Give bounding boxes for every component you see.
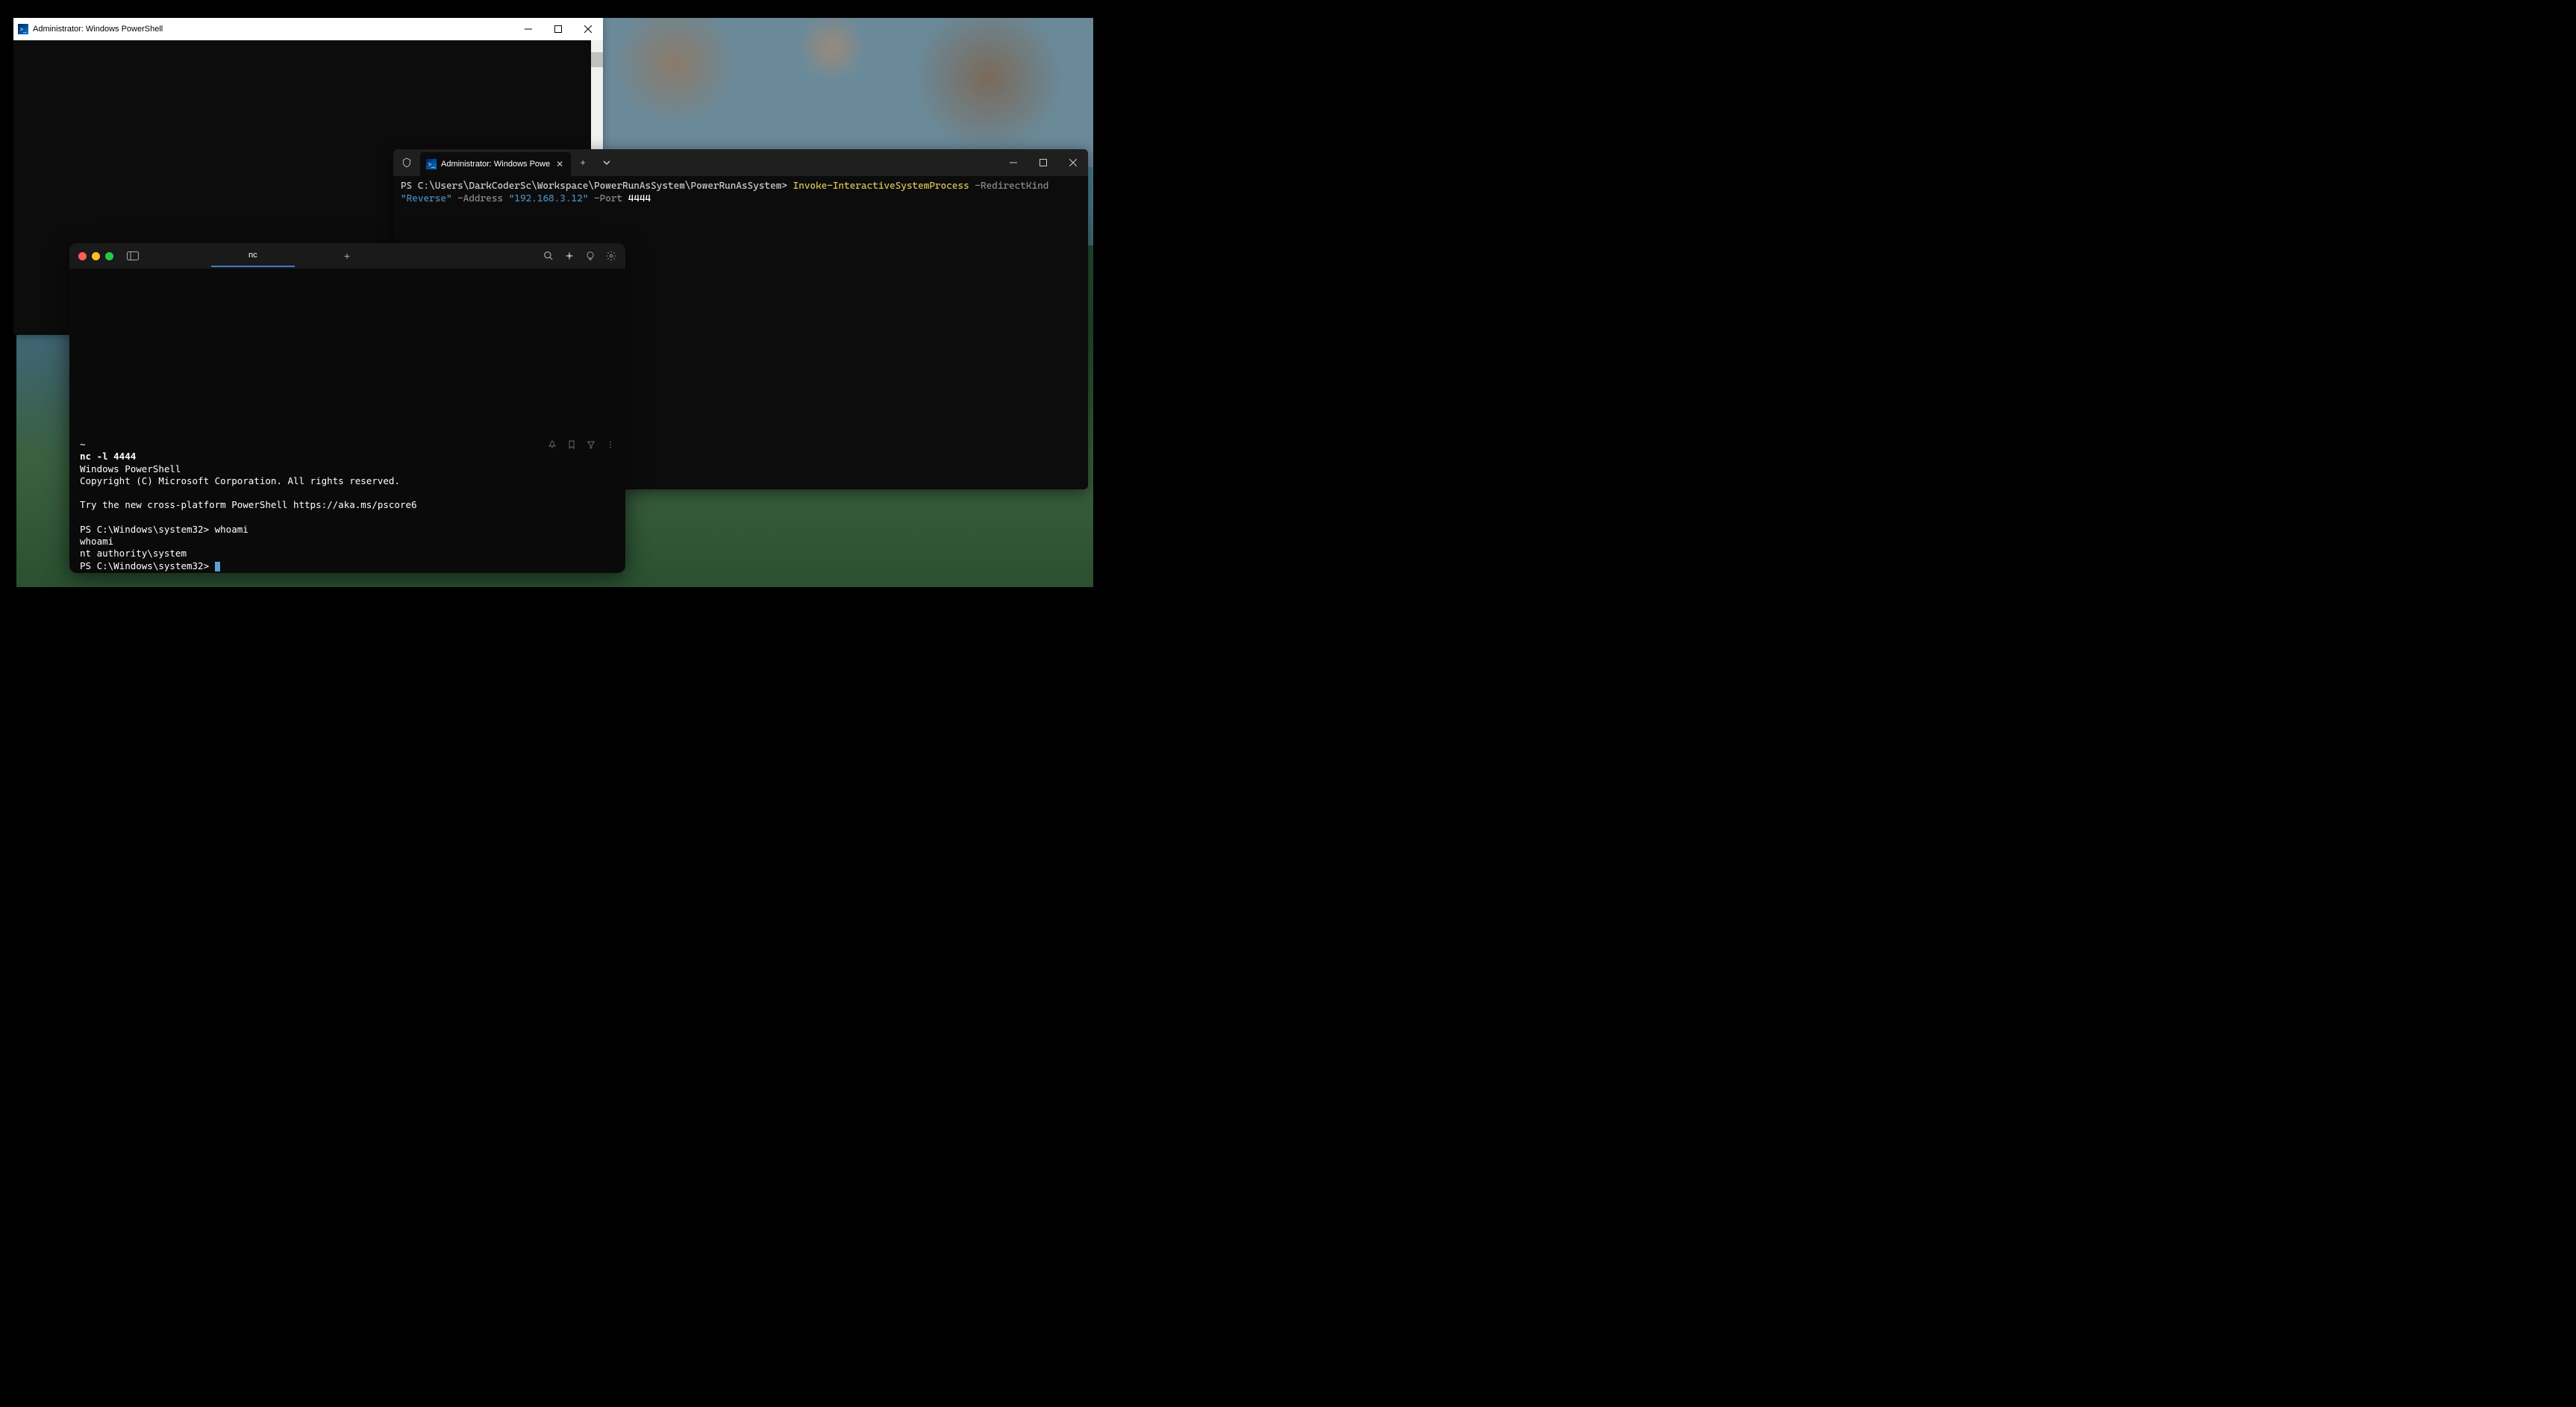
win2-window-controls: [998, 149, 1088, 176]
command-line: nc -l 4444: [80, 451, 615, 463]
gear-icon[interactable]: [606, 251, 616, 261]
output-line: Copyright (C) Microsoft Corporation. All…: [80, 475, 615, 487]
traffic-lights: [78, 252, 113, 260]
ps-number: 4444: [628, 193, 651, 204]
row-action-icons: [548, 440, 615, 449]
prompt-row: ~: [80, 439, 615, 451]
maximize-button[interactable]: [1028, 149, 1058, 176]
sparkle-icon[interactable]: [564, 251, 575, 261]
prompt-line: PS C:\Windows\system32>: [80, 560, 615, 572]
wallpaper-texture: [571, 18, 1093, 167]
close-button[interactable]: [1058, 149, 1088, 176]
maximize-button[interactable]: [543, 18, 573, 40]
toolbar-icons: [543, 251, 616, 261]
scrollbar-thumb[interactable]: [591, 52, 603, 67]
ps-param: -Address: [452, 193, 509, 204]
new-tab-button[interactable]: +: [344, 250, 350, 262]
ps-param: -Port: [588, 193, 628, 204]
tab-dropdown-button[interactable]: [595, 149, 619, 176]
minimize-button[interactable]: [998, 149, 1028, 176]
ps-string: "192.168.3.12": [509, 193, 589, 204]
win2-titlebar[interactable]: >_ Administrator: Windows Powe ✕ +: [393, 149, 1088, 176]
bulb-icon[interactable]: [585, 251, 595, 261]
win1-window-controls: [513, 18, 603, 40]
pin-icon[interactable]: [548, 440, 557, 449]
bookmark-icon[interactable]: [567, 440, 576, 449]
admin-shield-icon: [393, 149, 420, 176]
mac-terminal-window: nc + ~: [69, 243, 625, 573]
close-button[interactable]: [573, 18, 603, 40]
ps-param: -RedirectKind: [969, 181, 1049, 192]
filter-icon[interactable]: [587, 440, 595, 449]
more-icon[interactable]: [606, 440, 615, 449]
panels-icon[interactable]: [127, 251, 139, 260]
tab-close-button[interactable]: ✕: [554, 157, 565, 171]
search-icon[interactable]: [543, 251, 554, 261]
maximize-button[interactable]: [105, 252, 113, 260]
tab-title: Administrator: Windows Powe: [441, 160, 550, 169]
cursor: [215, 562, 220, 571]
powershell-icon: >_: [426, 159, 437, 169]
output-line: nt authority\system: [80, 548, 615, 560]
win2-terminal-content[interactable]: PS C:\Users\DarkCoderSc\Workspace\PowerR…: [393, 176, 1088, 210]
output-line: Try the new cross-platform PowerShell ht…: [80, 499, 615, 511]
win3-terminal-content[interactable]: ~ nc -l 4444 Windows PowerShell Copyrigh…: [69, 269, 625, 573]
win1-titlebar[interactable]: >_ Administrator: Windows PowerShell: [13, 18, 603, 40]
win1-title: Administrator: Windows PowerShell: [33, 25, 163, 34]
prompt-tilde: ~: [80, 439, 86, 451]
output-line: Windows PowerShell: [80, 463, 615, 475]
new-tab-button[interactable]: +: [571, 149, 595, 176]
minimize-button[interactable]: [92, 252, 100, 260]
win3-titlebar[interactable]: nc +: [69, 243, 625, 269]
output-line: whoami: [80, 536, 615, 548]
terminal-tab[interactable]: nc: [211, 245, 295, 267]
close-button[interactable]: [78, 252, 87, 260]
ps-command: Invoke-InteractiveSystemProcess: [793, 181, 969, 192]
powershell-icon: >_: [18, 24, 28, 34]
tab-title: nc: [248, 251, 257, 260]
output-line: PS C:\Windows\system32> whoami: [80, 524, 615, 536]
ps-prompt: PS C:\Users\DarkCoderSc\Workspace\PowerR…: [401, 181, 793, 192]
terminal-tab[interactable]: >_ Administrator: Windows Powe ✕: [420, 152, 571, 176]
minimize-button[interactable]: [513, 18, 543, 40]
ps-string: "Reverse": [401, 193, 452, 204]
